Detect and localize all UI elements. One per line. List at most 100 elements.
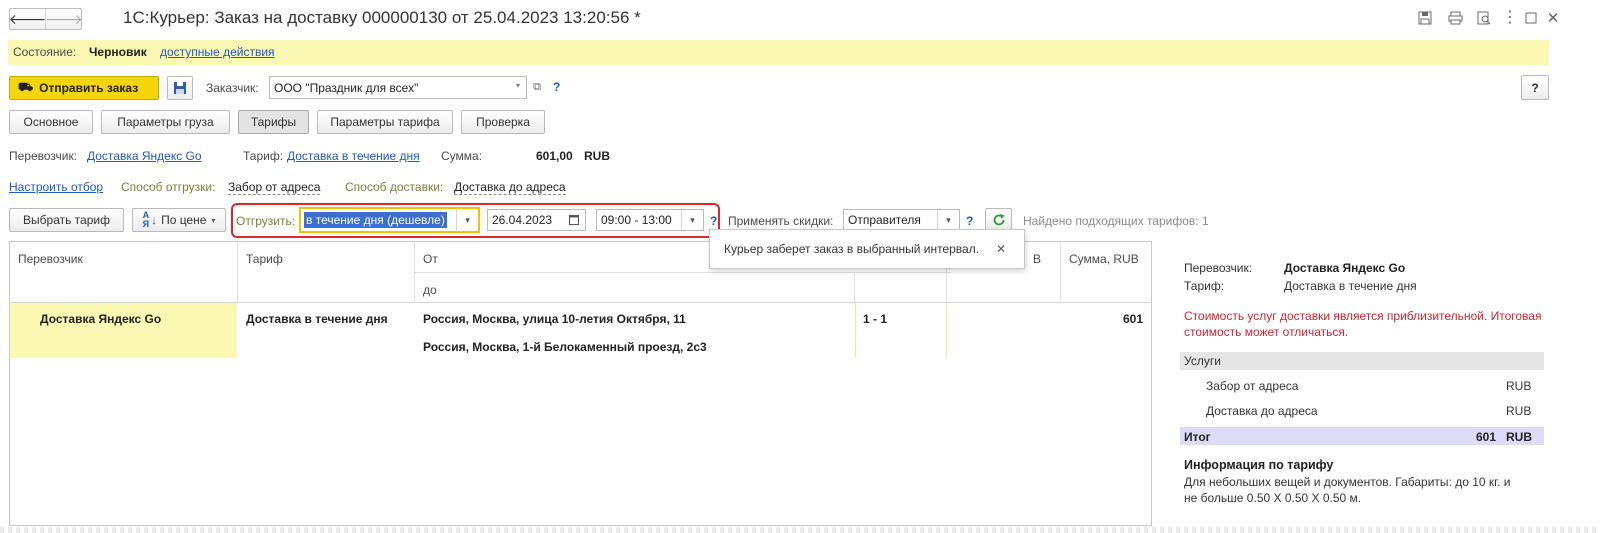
detail-tariff-value: Доставка в течение дня — [1284, 279, 1417, 293]
row-tariff: Доставка в течение дня — [246, 312, 388, 326]
tariff-details-panel: Перевозчик: Доставка Яндекс Go Тариф: До… — [1178, 241, 1550, 533]
preview-icon[interactable] — [1475, 10, 1493, 26]
window-title: 1С:Курьер: Заказ на доставку 000000130 о… — [123, 8, 641, 27]
found-tariffs-text: Найдено подходящих тарифов: 1 — [1023, 214, 1209, 228]
maximize-icon[interactable] — [1523, 10, 1539, 26]
tab-check[interactable]: Проверка — [461, 110, 545, 134]
total-currency: RUB — [1506, 430, 1532, 444]
warning-line-1: Стоимость услуг доставки является прибли… — [1184, 309, 1542, 323]
save-icon[interactable] — [1416, 10, 1434, 26]
close-icon[interactable]: ✕ — [1545, 8, 1561, 28]
shipment-method-label: Способ отгрузки: — [121, 180, 216, 194]
chevron-down-icon: ▾ — [211, 215, 216, 225]
delivery-truck-icon: ⛟ — [18, 80, 34, 94]
carrier-label: Перевозчик: — [9, 149, 78, 163]
tab-cargo-params[interactable]: Параметры груза — [101, 110, 230, 134]
send-order-button[interactable]: ⛟ Отправить заказ — [9, 76, 159, 100]
status-value: Черновик — [89, 45, 147, 59]
setup-filter-link[interactable]: Настроить отбор — [9, 180, 103, 194]
print-icon[interactable] — [1446, 10, 1464, 26]
chevron-down-icon[interactable]: ▾ — [516, 81, 520, 90]
warning-line-2: стоимость может отличаться. — [1184, 325, 1349, 339]
customer-label: Заказчик: — [206, 81, 259, 95]
more-menu-icon[interactable]: ⋮ — [1502, 8, 1518, 28]
discount-label: Применять скидки: — [728, 214, 834, 228]
header-to[interactable]: до — [423, 283, 437, 297]
table-row[interactable]: Доставка Яндекс Go Доставка в течение дн… — [10, 303, 1151, 358]
sort-by-price-button[interactable]: AЯ ↓ По цене ▾ — [132, 208, 226, 232]
forward-arrow-icon[interactable]: 🡒 — [45, 9, 83, 29]
carrier-link[interactable]: Доставка Яндекс Go — [87, 149, 202, 163]
sort-label: По цене — [161, 213, 207, 227]
sort-az-icon: AЯ — [142, 210, 150, 229]
ship-date-value: 26.04.2023 — [492, 213, 553, 227]
tariffs-table: Перевозчик Тариф От до В Сумма, RUB Дост… — [9, 241, 1152, 526]
tariff-label: Тариф: — [243, 149, 284, 163]
ship-time-value: 09:00 - 13:00 — [601, 213, 672, 227]
tariff-link[interactable]: Доставка в течение дня — [287, 149, 420, 163]
detail-carrier-label: Перевозчик: — [1184, 261, 1253, 275]
save-button[interactable] — [167, 76, 193, 100]
help-button[interactable]: ? — [1521, 75, 1549, 100]
services-header-bg — [1180, 352, 1544, 370]
delivery-method-value[interactable]: Доставка до адреса — [454, 180, 566, 195]
customer-field[interactable]: ООО "Праздник для всех" ▾ — [269, 76, 527, 99]
chevron-down-icon[interactable]: ▾ — [937, 210, 959, 230]
row-days: 1 - 1 — [863, 312, 888, 326]
sum-currency: RUB — [584, 149, 610, 163]
service-name: Доставка до адреса — [1206, 404, 1318, 418]
header-carrier[interactable]: Перевозчик — [18, 252, 83, 266]
detail-carrier-value: Доставка Яндекс Go — [1284, 261, 1406, 275]
discount-select[interactable]: Отправителя ▾ — [843, 209, 960, 231]
tab-tariffs[interactable]: Тарифы — [238, 110, 309, 134]
close-icon[interactable]: ✕ — [996, 242, 1006, 256]
row-carrier: Доставка Яндекс Go — [40, 312, 162, 326]
sum-value: 601,00 — [536, 149, 573, 163]
chevron-down-icon[interactable]: ▾ — [456, 209, 478, 231]
refresh-icon — [993, 214, 1004, 226]
row-from: Россия, Москва, улица 10-летия Октября, … — [423, 312, 686, 326]
header-tariff[interactable]: Тариф — [246, 252, 283, 266]
ship-interval-tooltip: Курьер заберет заказ в выбранный интерва… — [709, 229, 1025, 269]
tooltip-text: Курьер заберет заказ в выбранный интерва… — [724, 242, 980, 256]
discount-value: Отправителя — [848, 213, 921, 227]
chevron-down-icon[interactable]: ▾ — [681, 210, 703, 230]
info-line-1: Для небольших вещей и документов. Габари… — [1184, 475, 1511, 489]
ship-help-icon[interactable]: ? — [710, 214, 717, 228]
ship-time-field[interactable]: 09:00 - 13:00 ▾ — [596, 209, 704, 231]
send-order-label: Отправить заказ — [39, 81, 139, 95]
row-sum: 601 — [1122, 312, 1143, 326]
info-line-2: не больше 0.50 Х 0.50 Х 0.50 м. — [1184, 491, 1362, 505]
customer-help-icon[interactable]: ? — [553, 80, 560, 94]
service-currency: RUB — [1506, 379, 1532, 393]
tab-tariff-params[interactable]: Параметры тарифа — [317, 110, 453, 134]
nav-buttons: 🡐 🡒 — [9, 8, 83, 30]
calendar-icon[interactable] — [569, 214, 579, 225]
services-header: Услуги — [1184, 354, 1221, 368]
ship-label: Отгрузить: — [236, 214, 296, 228]
ship-timing-value: в течение дня (дешевле) — [304, 212, 447, 228]
header-from[interactable]: От — [423, 252, 438, 266]
service-currency: RUB — [1506, 404, 1532, 418]
sum-label: Сумма: — [441, 149, 483, 163]
ship-timing-select[interactable]: в течение дня (дешевле) ▾ — [299, 207, 480, 233]
tab-main[interactable]: Основное — [9, 110, 93, 134]
service-name: Забор от адреса — [1206, 379, 1299, 393]
choose-tariff-button[interactable]: Выбрать тариф — [9, 208, 124, 232]
discount-help-icon[interactable]: ? — [966, 214, 973, 228]
header-sum[interactable]: Сумма, RUB — [1069, 252, 1139, 266]
available-actions-link[interactable]: доступные действия — [160, 45, 275, 59]
customer-value: ООО "Праздник для всех" — [274, 80, 419, 95]
sort-arrow-icon: ↓ — [151, 213, 158, 227]
total-value: 601 — [1476, 430, 1497, 444]
ship-date-field[interactable]: 26.04.2023 — [487, 209, 586, 231]
open-card-icon[interactable]: ⧉ — [529, 79, 545, 95]
delivery-method-label: Способ доставки: — [345, 180, 444, 194]
row-to: Россия, Москва, 1-й Белокаменный проезд,… — [423, 340, 707, 354]
header-days[interactable]: В — [1033, 252, 1041, 266]
shipment-method-value[interactable]: Забор от адреса — [228, 180, 321, 195]
back-arrow-icon[interactable]: 🡐 — [9, 9, 46, 29]
info-title: Информация по тарифу — [1184, 458, 1334, 472]
detail-tariff-label: Тариф: — [1184, 279, 1225, 293]
total-label: Итог — [1184, 430, 1211, 444]
